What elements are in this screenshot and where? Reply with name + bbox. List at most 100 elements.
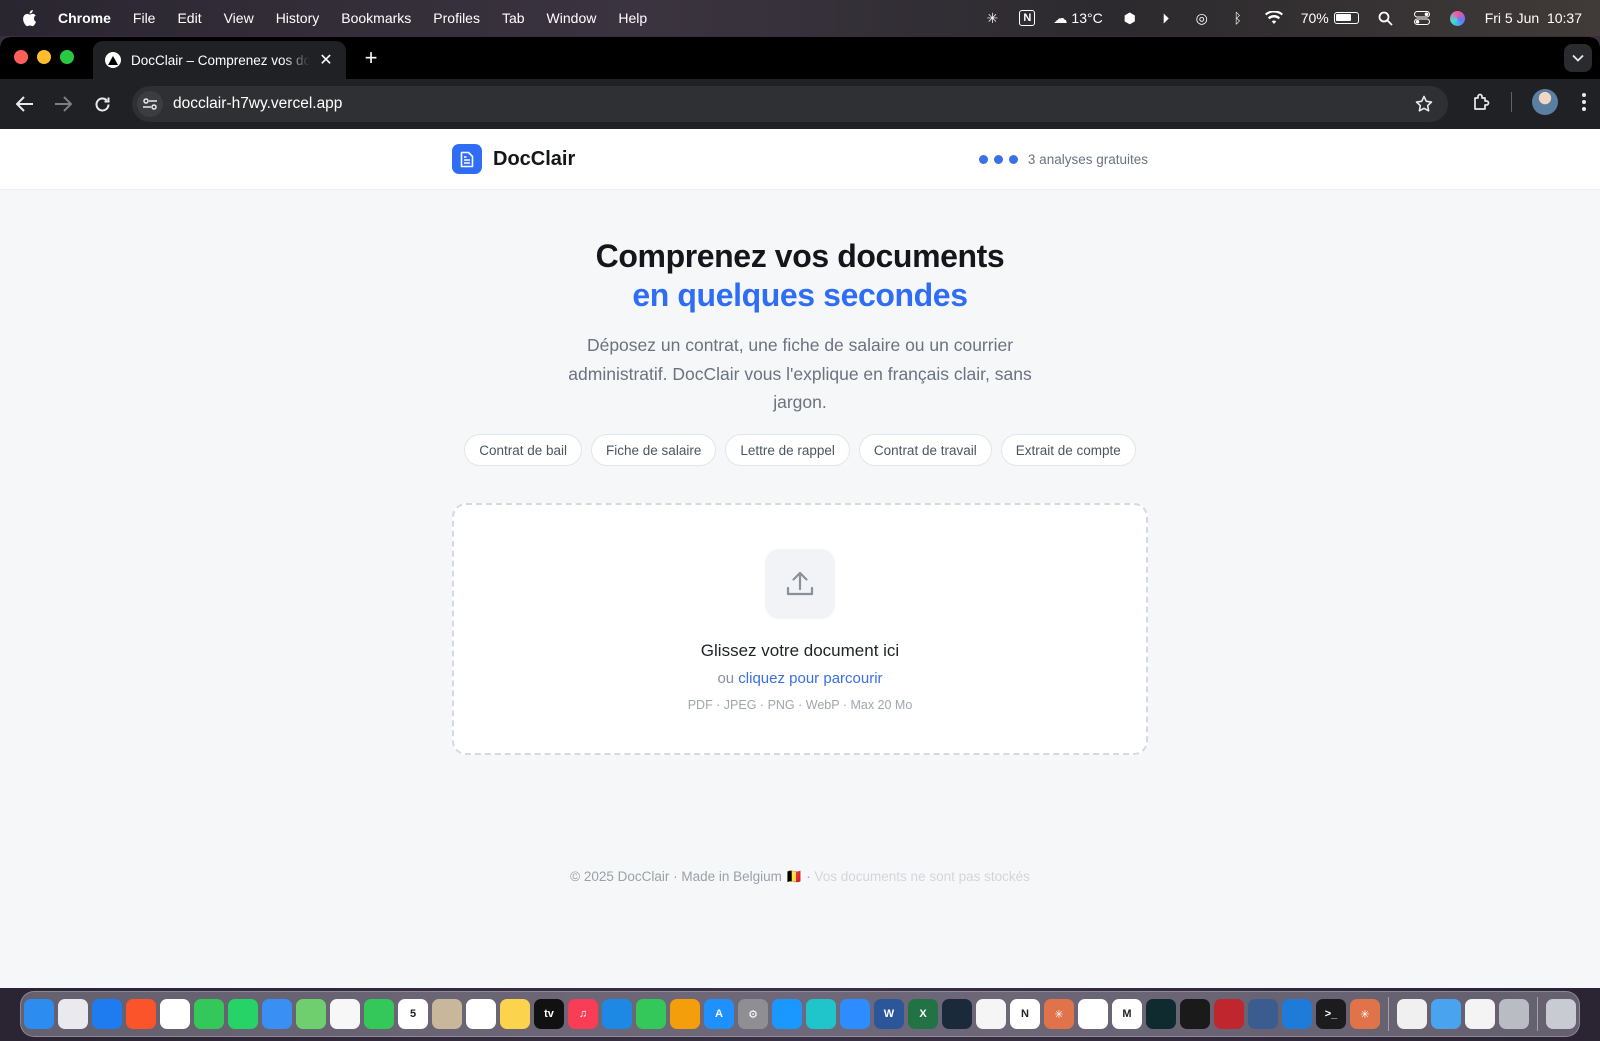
launchpad-icon[interactable] [58,999,88,1029]
trash-icon[interactable] [1546,999,1576,1029]
downloads-folder-icon[interactable] [1431,999,1461,1029]
extensions-puzzle-icon[interactable] [1471,92,1491,112]
menu-bookmarks[interactable]: Bookmarks [341,10,411,26]
messages-icon[interactable] [194,999,224,1029]
pages-icon[interactable] [670,999,700,1029]
menu-window[interactable]: Window [547,10,597,26]
menubar-clock[interactable]: Fri 5 Jun 10:37 [1485,10,1582,26]
reminders-icon[interactable] [466,999,496,1029]
browser-tab-active[interactable]: DocClair – Comprenez vos documents en qu… [93,41,346,79]
close-window-button[interactable] [14,50,28,64]
menu-profiles[interactable]: Profiles [433,10,480,26]
contacts-icon[interactable] [432,999,462,1029]
play-circle-icon[interactable]: ⏵ [1157,9,1175,27]
chip-lettre-de-rappel[interactable]: Lettre de rappel [725,434,850,466]
textedit-icon[interactable] [976,999,1006,1029]
canva-icon[interactable] [806,999,836,1029]
weather-widget[interactable]: ☁ 13°C [1053,10,1102,27]
filezilla-icon[interactable] [1214,999,1244,1029]
apple-menu-icon[interactable] [20,9,38,27]
mail-icon[interactable] [262,999,292,1029]
document-icon[interactable] [1465,999,1495,1029]
notes-icon[interactable] [500,999,530,1029]
menu-view[interactable]: View [224,10,254,26]
whatsapp-icon[interactable] [228,999,258,1029]
notion-menubar-icon[interactable]: N [1019,10,1036,26]
activity-monitor-icon[interactable] [942,999,972,1029]
sparkle-icon[interactable]: ✳ [983,9,1001,27]
menu-edit[interactable]: Edit [177,10,201,26]
preview-icon[interactable] [1397,999,1427,1029]
music-icon[interactable]: ♫ [568,999,598,1029]
menu-file[interactable]: File [133,10,156,26]
prime-video-icon[interactable] [772,999,802,1029]
siri-icon[interactable] [1449,9,1467,27]
disk-utility-icon[interactable] [1248,999,1278,1029]
site-info-icon[interactable] [137,91,163,117]
bookmark-star-icon[interactable] [1414,94,1434,114]
battery-percent: 70% [1300,10,1329,26]
tv-icon[interactable]: tv [534,999,564,1029]
system-settings-icon[interactable]: ⚙ [738,999,768,1029]
zoom-icon[interactable] [840,999,870,1029]
bluetooth-icon[interactable]: ᛒ [1229,9,1247,27]
upload-dropzone[interactable]: Glissez votre document ici ou cliquez po… [452,503,1148,755]
reload-button[interactable] [90,92,114,116]
close-tab-icon[interactable]: ✕ [318,50,334,70]
maps-icon[interactable] [296,999,326,1029]
chip-contrat-de-travail[interactable]: Contrat de travail [858,434,992,466]
dropzone-browse-line: ou cliquez pour parcourir [454,670,1146,687]
address-bar[interactable]: docclair-h7wy.vercel.app [132,86,1448,122]
chatgpt-icon[interactable] [1078,999,1108,1029]
browse-files-link[interactable]: cliquez pour parcourir [738,670,882,687]
terminal-icon[interactable]: >_ [1316,999,1346,1029]
battery-widget[interactable]: 70% [1301,10,1359,26]
numbers-icon[interactable] [636,999,666,1029]
word-icon[interactable]: W [874,999,904,1029]
photos-icon[interactable] [330,999,360,1029]
claude-code-icon[interactable]: ✳ [1350,999,1380,1029]
calendar-icon[interactable]: 5 [398,999,428,1029]
chrome-menu-icon[interactable] [1578,93,1590,111]
cursor-icon[interactable] [1180,999,1210,1029]
forward-button[interactable] [51,92,75,116]
profile-avatar[interactable] [1532,89,1558,115]
chip-contrat-de-bail[interactable]: Contrat de bail [464,434,583,466]
cube-icon[interactable]: ⬢ [1121,9,1139,27]
perplexity-icon[interactable] [1146,999,1176,1029]
document-type-chips: Contrat de bail Fiche de salaire Lettre … [0,434,1600,466]
accepted-formats: PDF · JPEG · PNG · WebP · Max 20 Mo [687,698,913,712]
claude-icon[interactable]: ✳ [1044,999,1074,1029]
vscode-icon[interactable] [1282,999,1312,1029]
menu-app-name[interactable]: Chrome [58,10,111,26]
finder-icon[interactable] [24,999,54,1029]
menu-tab[interactable]: Tab [502,10,525,26]
safari-icon[interactable] [92,999,122,1029]
back-button[interactable] [13,92,37,116]
menu-help[interactable]: Help [618,10,647,26]
toolbar-actions [1471,89,1590,115]
screenshot-icon[interactable] [1499,999,1529,1029]
spotlight-search-icon[interactable] [1377,9,1395,27]
hero-title-line2: en quelques secondes [632,277,968,313]
control-center-icon[interactable] [1413,9,1431,27]
keynote-icon[interactable] [602,999,632,1029]
tab-search-button[interactable] [1564,44,1592,72]
wifi-icon[interactable] [1264,9,1283,27]
chip-fiche-de-salaire[interactable]: Fiche de salaire [591,434,717,466]
notion-icon[interactable]: N [1010,999,1040,1029]
chip-extrait-de-compte[interactable]: Extrait de compte [1000,434,1136,466]
excel-icon[interactable]: X [908,999,938,1029]
minimize-window-button[interactable] [37,50,51,64]
fullscreen-window-button[interactable] [60,50,74,64]
analysis-dot [993,155,1003,164]
facetime-icon[interactable] [364,999,394,1029]
gmail-icon[interactable]: M [1112,999,1142,1029]
chrome-icon[interactable] [160,999,190,1029]
menu-history[interactable]: History [276,10,320,26]
brand-logo-link[interactable]: DocClair [452,144,575,174]
new-tab-button[interactable]: + [358,45,384,71]
app-store-icon[interactable]: A [704,999,734,1029]
airdrop-icon[interactable]: ◎ [1193,9,1211,27]
brave-icon[interactable] [126,999,156,1029]
